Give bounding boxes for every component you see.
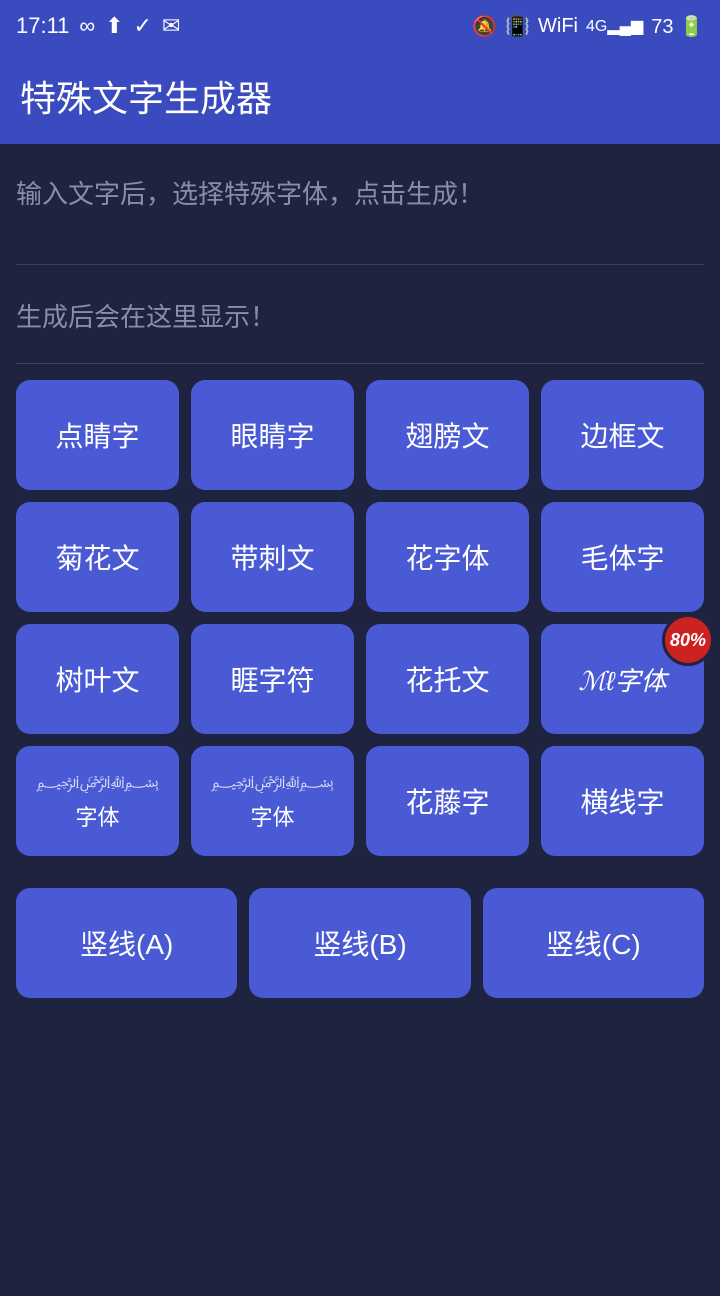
arabic-label-2: 字体 [250,800,294,832]
output-section: 生成后会在这里显示！ [16,271,704,357]
btn-hua-zi[interactable]: 花字体 [366,502,529,612]
btn-mao-ti[interactable]: 毛体字 [541,502,704,612]
btn-hua-tuo[interactable]: 花托文 [366,624,529,734]
arabic-deco-1: ﷽ [36,771,159,798]
btn-shu-ye[interactable]: 树叶文 [16,624,179,734]
status-right: 🔕 📳 WiFi 4G▂▄▆ 73 🔋 [472,14,704,39]
ml-label: ℳℓ字体 [578,661,666,698]
app-title: 特殊文字生成器 [20,70,700,122]
status-left: 17:11 ∞ ⬆ ✓ ✉ [16,13,180,39]
divider-1 [16,264,704,265]
btn-arabic-2[interactable]: ﷽ 字体 [191,746,354,856]
status-bar: 17:11 ∞ ⬆ ✓ ✉ 🔕 📳 WiFi 4G▂▄▆ 73 🔋 [0,0,720,52]
btn-shu-xian-c[interactable]: 竖线(C) [483,888,704,998]
time-display: 17:11 [16,13,69,39]
btn-dai-ci[interactable]: 带刺文 [191,502,354,612]
btn-hua-teng[interactable]: 花藤字 [366,746,529,856]
arabic-deco-2: ﷽ [211,771,334,798]
phone-mute-icon: 🔕 [472,14,497,39]
buttons-last-row: 竖线(A) 竖线(B) 竖线(C) [16,888,704,998]
app-header: 特殊文字生成器 [0,52,720,144]
signal-icon: 4G▂▄▆ [586,16,643,36]
btn-chi-bang[interactable]: 翅膀文 [366,380,529,490]
input-placeholder-text[interactable]: 输入文字后，选择特殊字体，点击生成！ [16,164,704,254]
input-section: 输入文字后，选择特殊字体，点击生成！ [16,164,704,254]
upload-icon: ⬆ [105,13,123,39]
btn-yan-jing[interactable]: 眼睛字 [191,380,354,490]
btn-dian-jing[interactable]: 点睛字 [16,380,179,490]
mail-icon: ✉ [162,13,180,39]
btn-heng-xian[interactable]: 横线字 [541,746,704,856]
vibrate-icon: 📳 [505,14,530,39]
divider-2 [16,363,704,364]
infinity-icon: ∞ [79,13,95,39]
output-placeholder-text: 生成后会在这里显示！ [16,287,704,347]
main-content: 输入文字后，选择特殊字体，点击生成！ 生成后会在这里显示！ 点睛字 眼睛字 翅膀… [0,144,720,1296]
progress-badge: 80% [662,614,714,666]
battery-display: 73 🔋 [651,14,704,39]
btn-arabic-1[interactable]: ﷽ 字体 [16,746,179,856]
wifi-icon: WiFi [538,15,578,38]
btn-shu-xian-b[interactable]: 竖线(B) [249,888,470,998]
btn-ya-zi[interactable]: 睚字符 [191,624,354,734]
arabic-label-1: 字体 [75,800,119,832]
btn-shu-xian-a[interactable]: 竖线(A) [16,888,237,998]
btn-ju-hua[interactable]: 菊花文 [16,502,179,612]
btn-ml-zi[interactable]: ℳℓ字体 80% [541,624,704,734]
btn-bian-kuang[interactable]: 边框文 [541,380,704,490]
check-icon: ✓ [134,13,152,39]
font-buttons-grid: 点睛字 眼睛字 翅膀文 边框文 菊花文 带刺文 花字体 毛体字 树叶文 睚字符 … [16,380,704,876]
